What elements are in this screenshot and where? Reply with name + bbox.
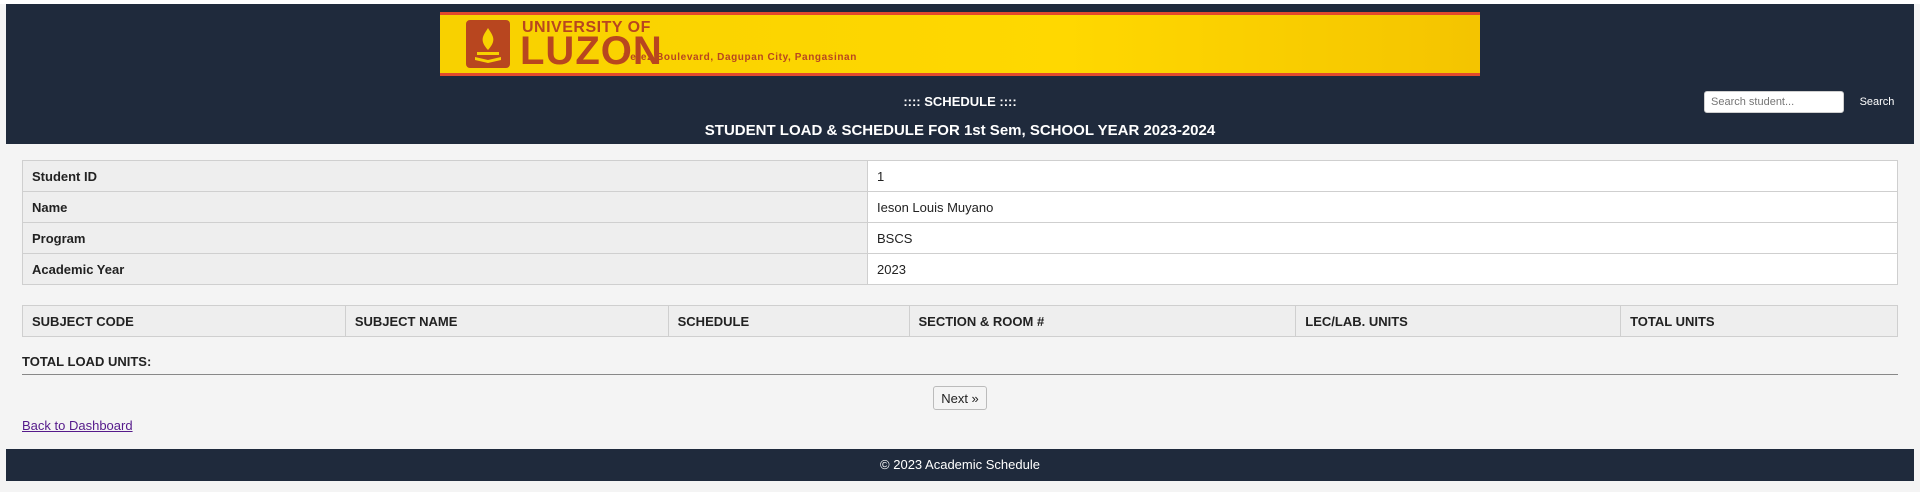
search-input[interactable] [1704, 91, 1844, 113]
next-button[interactable]: Next » [933, 386, 987, 410]
schedule-label: :::: SCHEDULE :::: [903, 94, 1017, 109]
column-header: SCHEDULE [667, 305, 910, 337]
brand-address: Perez Boulevard, Dagupan City, Pangasina… [623, 52, 857, 63]
column-header: SUBJECT CODE [22, 305, 346, 337]
student-info-row: Academic Year 2023 [22, 253, 1898, 285]
column-header: SECTION & ROOM # [908, 305, 1297, 337]
info-value: 1 [867, 160, 1898, 192]
total-load-units-label: TOTAL LOAD UNITS: [22, 354, 152, 369]
info-label: Name [22, 191, 868, 223]
university-seal-icon [466, 20, 510, 68]
column-header: LEC/LAB. UNITS [1295, 305, 1622, 337]
university-banner: UNIVERSITY OF LUZON Perez Boulevard, Dag… [440, 12, 1480, 76]
info-value: Ieson Louis Muyano [867, 191, 1898, 223]
footer-text: © 2023 Academic Schedule [880, 457, 1040, 472]
search-button[interactable]: Search [1852, 91, 1902, 113]
student-info-row: Name Ieson Louis Muyano [22, 191, 1898, 223]
info-value: BSCS [867, 222, 1898, 254]
info-value: 2023 [867, 253, 1898, 285]
footer: © 2023 Academic Schedule [6, 449, 1914, 481]
back-to-dashboard-link[interactable]: Back to Dashboard [22, 418, 133, 433]
student-info-table: Student ID 1 Name Ieson Louis Muyano Program… [22, 160, 1898, 285]
divider [22, 374, 1898, 375]
info-label: Program [22, 222, 868, 254]
brand-main-text: LUZON [520, 29, 663, 73]
page-title: STUDENT LOAD & SCHEDULE FOR 1st Sem, SCH… [704, 122, 1216, 139]
student-info-row: Program BSCS [22, 222, 1898, 254]
info-label: Academic Year [22, 253, 868, 285]
info-label: Student ID [22, 160, 868, 192]
column-header: SUBJECT NAME [344, 305, 669, 337]
schedule-table: SUBJECT CODE SUBJECT NAME SCHEDULE SECTION … [22, 305, 1898, 337]
page-header: UNIVERSITY OF LUZON Perez Boulevard, Dag… [6, 4, 1914, 144]
table-header-row: SUBJECT CODE SUBJECT NAME SCHEDULE SECTION … [22, 305, 1898, 337]
student-info-row: Student ID 1 [22, 160, 1898, 192]
column-header: TOTAL UNITS [1620, 305, 1898, 337]
